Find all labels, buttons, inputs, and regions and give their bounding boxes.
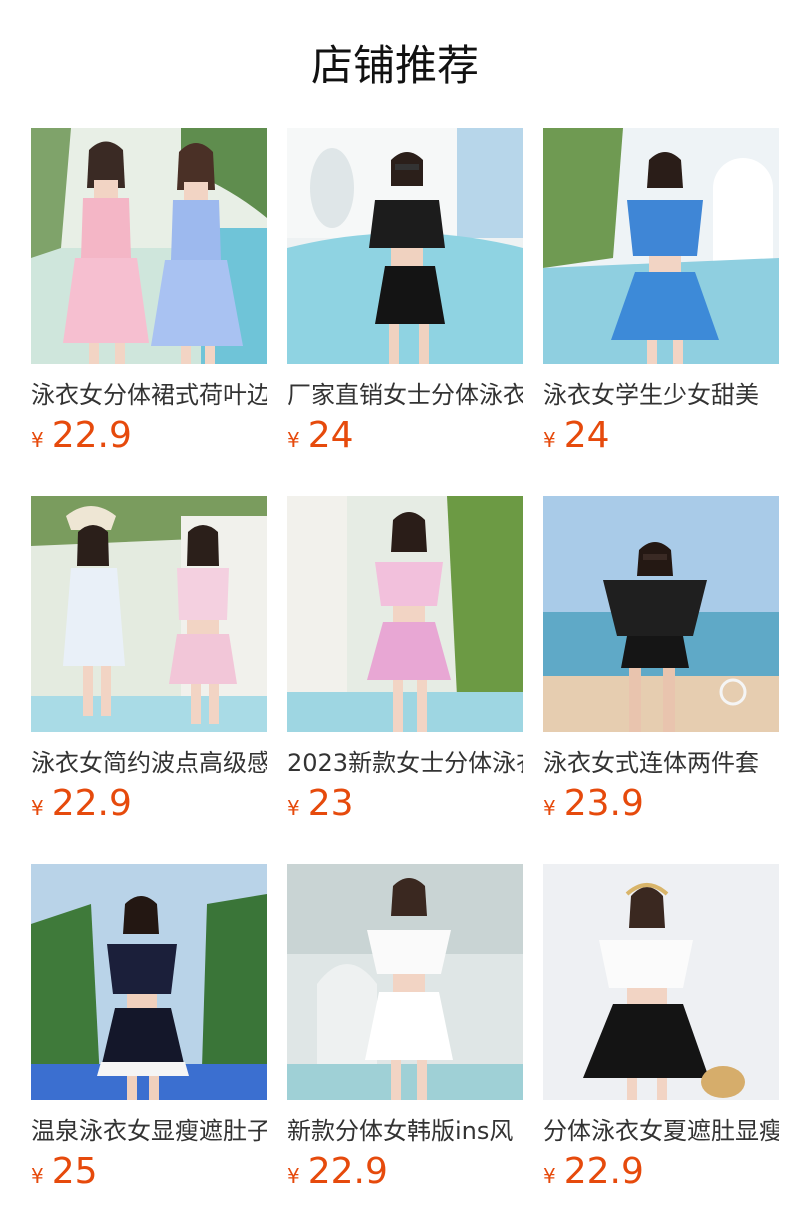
- product-title[interactable]: 分体泳衣女夏遮肚显瘦: [543, 1114, 779, 1148]
- product-title[interactable]: 2023新款女士分体泳衣: [287, 746, 523, 780]
- price-amount: 24: [563, 415, 610, 456]
- product-grid: 泳衣女分体裙式荷叶边 ¥22.9 厂家直销女士分体泳衣 ¥ 24 泳衣女学生少女…: [0, 0, 790, 1232]
- product-image[interactable]: [31, 864, 267, 1100]
- product-image[interactable]: [543, 864, 779, 1100]
- product-price: ¥24: [287, 414, 354, 458]
- currency-symbol: ¥: [543, 1164, 556, 1188]
- product-image[interactable]: [543, 496, 779, 732]
- product-price: ¥22.9: [31, 782, 132, 826]
- product-price: ¥25: [31, 1150, 98, 1194]
- price-amount: 22.9: [51, 415, 132, 456]
- product-price: ¥22.9: [543, 1150, 644, 1194]
- product-title[interactable]: 泳衣女简约波点高级感: [31, 746, 267, 780]
- product-title[interactable]: 新款分体女韩版ins风: [287, 1114, 523, 1148]
- product-title[interactable]: 泳衣女式连体两件套: [543, 746, 779, 780]
- product-title[interactable]: 厂家直销女士分体泳衣: [287, 378, 523, 412]
- price-amount: 24: [307, 415, 354, 456]
- product-price: ¥24: [543, 414, 610, 458]
- currency-symbol: ¥: [31, 796, 44, 820]
- price-amount: 22.9: [563, 1151, 644, 1192]
- product-price: ¥22.9: [31, 414, 132, 458]
- currency-symbol: ¥: [31, 1164, 44, 1188]
- product-title[interactable]: 泳衣女学生少女甜美: [543, 378, 779, 412]
- product-price: ¥22.9: [287, 1150, 388, 1194]
- product-image[interactable]: [543, 128, 779, 364]
- product-price: ¥23: [287, 782, 354, 826]
- product-image[interactable]: [287, 864, 523, 1100]
- product-image[interactable]: [31, 496, 267, 732]
- product-image[interactable]: [287, 496, 523, 732]
- product-image[interactable]: [31, 128, 267, 364]
- currency-symbol: ¥: [543, 796, 556, 820]
- price-amount: 23.9: [563, 783, 644, 824]
- product-price: ¥23.9: [543, 782, 644, 826]
- price-amount: 22.9: [307, 1151, 388, 1192]
- product-image[interactable]: [287, 128, 523, 364]
- product-title[interactable]: 温泉泳衣女显瘦遮肚子: [31, 1114, 267, 1148]
- currency-symbol: ¥: [287, 796, 300, 820]
- currency-symbol: ¥: [31, 428, 44, 452]
- currency-symbol: ¥: [287, 428, 300, 452]
- product-title[interactable]: 泳衣女分体裙式荷叶边: [31, 378, 267, 412]
- price-amount: 23: [307, 783, 354, 824]
- price-amount: 22.9: [51, 783, 132, 824]
- currency-symbol: ¥: [543, 428, 556, 452]
- currency-symbol: ¥: [287, 1164, 300, 1188]
- price-amount: 25: [51, 1151, 98, 1192]
